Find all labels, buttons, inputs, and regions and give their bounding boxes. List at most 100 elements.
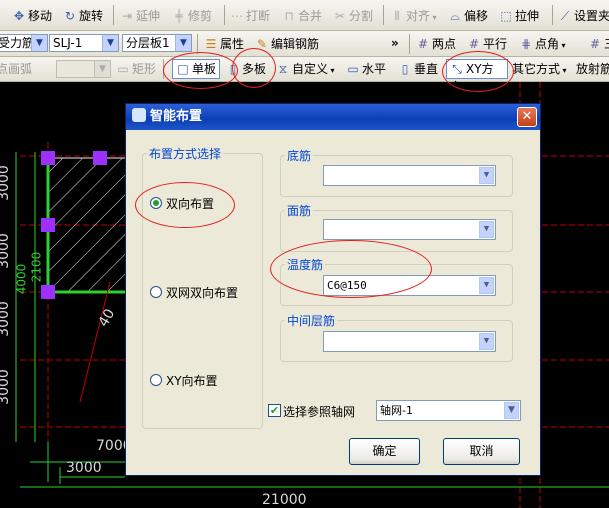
separator [409, 34, 410, 54]
dim-3000-bottom: 3000 [66, 460, 102, 476]
horizontal-icon: ▭ [347, 62, 359, 76]
two-points-button[interactable]: # 两点 [416, 34, 456, 54]
properties-button[interactable]: ☰ 属性 [204, 34, 244, 54]
ref-axis-label[interactable]: 选择参照轴网 [283, 403, 355, 420]
close-button[interactable]: ✕ [517, 107, 537, 127]
xy-direction-icon: ⤡ [452, 62, 462, 76]
parallel-button[interactable]: # 平行 [467, 34, 507, 54]
separator [113, 5, 114, 25]
smart-layout-dialog: 智能布置 ✕ 布置方式选择 双向布置 双网双向布置 XY向布置 底筋 ▼ 面筋 … [125, 103, 541, 476]
three-points-button[interactable]: #三 [588, 34, 609, 54]
top-rebar-title: 面筋 [285, 202, 314, 219]
dim-overlap-1: 4000 [14, 263, 29, 295]
custom-button[interactable]: ⧖ 自定义 ▾ [276, 59, 335, 79]
vertical-button[interactable]: ▯ 垂直 [398, 59, 438, 79]
point-angle-button[interactable]: ⋕ 点角 ▾ [519, 34, 566, 54]
axis-grid-select[interactable]: 轴网-1 ▼ [376, 400, 521, 421]
temp-rebar-select[interactable]: C6@150 ▼ [323, 275, 496, 296]
dialog-title-bar[interactable]: 智能布置 ✕ [126, 104, 540, 130]
separator [383, 5, 384, 25]
toolbar-edit: ✥ 移动 ↻ 旋转 ⇥ 延伸 ╪ 修剪 ⋯ 打断 ⊓ 合并 ✂ 分割 ⫴ 对齐 ▾ ⌓ 偏移 ⬚ 拉… [0, 0, 609, 31]
extend-button[interactable]: ⇥ 延伸 [120, 6, 160, 26]
separator [224, 5, 225, 25]
middle-rebar-select[interactable]: ▼ [323, 331, 496, 352]
chevron-down-icon: ▾ [328, 66, 335, 75]
cancel-button[interactable]: 取消 [443, 438, 520, 465]
stretch-icon: ⬚ [500, 9, 512, 23]
break-icon: ⋯ [231, 9, 243, 23]
offset-icon: ⌓ [450, 9, 460, 23]
dim-left-3: 3000 [0, 301, 12, 337]
extend-icon: ⇥ [121, 9, 133, 23]
bottom-rebar-select[interactable]: ▼ [323, 165, 496, 186]
break-button[interactable]: ⋯ 打断 [230, 6, 270, 26]
other-methods-button[interactable]: 其它方式 ▾ [512, 59, 567, 79]
vertical-icon: ▯ [401, 62, 409, 76]
edit-rebar-icon: ✎ [256, 37, 268, 51]
app-icon [132, 108, 146, 122]
chevron-down-icon: ▼ [479, 221, 494, 238]
dim-overlap-2: 2100 [29, 251, 44, 283]
rectangle-icon: ▭ [117, 62, 129, 76]
radio-double-mesh[interactable] [150, 286, 162, 298]
top-rebar-select[interactable]: ▼ [323, 219, 496, 240]
split-button[interactable]: ✂ 分割 [333, 6, 373, 26]
radio-bidirectional-label[interactable]: 双向布置 [166, 195, 214, 212]
angle-guide [79, 281, 111, 403]
toolbar-overflow-icon[interactable]: » [391, 33, 399, 53]
bottom-rebar-title: 底筋 [285, 147, 314, 164]
chevron-down-icon: ▼ [479, 167, 494, 184]
trim-icon: ╪ [175, 9, 183, 23]
radio-bidirectional[interactable] [150, 197, 162, 209]
trim-button[interactable]: ╪ 修剪 [172, 6, 212, 26]
set-slope-button[interactable]: ⟋ 设置夹 [558, 6, 609, 26]
radio-xy-label[interactable]: XY向布置 [166, 372, 218, 389]
arc-type-select[interactable]: ▼ [56, 60, 111, 78]
chevron-down-icon: ▼ [504, 402, 519, 419]
move-icon: ✥ [13, 9, 25, 23]
selected-slab [47, 157, 127, 294]
chevron-down-icon: ▼ [479, 277, 494, 294]
method-group-title: 布置方式选择 [147, 145, 224, 162]
rotate-icon: ↻ [64, 9, 76, 23]
rectangle-button[interactable]: ▭ 矩形 [116, 59, 156, 79]
multi-slab-icon: ▯ [229, 62, 237, 76]
ok-button[interactable]: 确定 [349, 438, 420, 465]
chevron-down-icon: ▼ [479, 333, 494, 350]
component-name-select[interactable]: SLJ-1 ▼ [49, 34, 119, 52]
two-points-icon: # [417, 37, 429, 51]
ref-axis-checkbox[interactable]: ✔ [268, 404, 281, 417]
parallel-icon: # [468, 37, 480, 51]
stretch-button[interactable]: ⬚ 拉伸 [499, 6, 539, 26]
three-points-icon: # [589, 37, 601, 51]
multi-slab-button[interactable]: ▯ 多板 [226, 59, 266, 79]
single-slab-button[interactable]: □ 单板 [172, 59, 220, 79]
offset-button[interactable]: ⌓ 偏移 [448, 6, 488, 26]
chevron-down-icon: ▼ [94, 61, 110, 77]
point-arc-button[interactable]: 点画弧 [0, 59, 32, 79]
dim-left-2: 3000 [0, 233, 12, 269]
category-select[interactable]: 受力筋 ▼ [0, 34, 48, 52]
edit-rebar-button[interactable]: ✎ 编辑钢筋 [255, 34, 319, 54]
slab-icon: □ [177, 62, 189, 76]
dim-left-4: 3000 [0, 369, 12, 405]
dim-left-1: 3000 [0, 165, 12, 201]
layer-select[interactable]: 分层板1 ▼ [122, 34, 192, 52]
rotate-button[interactable]: ↻ 旋转 [63, 6, 103, 26]
align-icon: ⫴ [394, 9, 400, 23]
chevron-down-icon: ▼ [31, 35, 47, 51]
custom-icon: ⧖ [278, 62, 288, 76]
horizontal-button[interactable]: ▭ 水平 [346, 59, 386, 79]
align-button[interactable]: ⫴ 对齐 ▾ [390, 6, 436, 26]
middle-rebar-title: 中间层筋 [285, 312, 338, 329]
chevron-down-icon: ▾ [560, 66, 567, 75]
radio-xy[interactable] [150, 374, 162, 386]
xy-direction-button[interactable]: ⤡XY方向 [446, 59, 508, 94]
merge-button[interactable]: ⊓ 合并 [282, 6, 322, 26]
move-button[interactable]: ✥ 移动 [12, 6, 52, 26]
split-icon: ✂ [334, 9, 346, 23]
dim-21000: 21000 [262, 492, 307, 508]
radial-rebar-button[interactable]: 放射筋 [576, 59, 609, 79]
radio-double-mesh-label[interactable]: 双网双向布置 [166, 284, 238, 301]
toolbar-component: 受力筋 ▼ SLJ-1 ▼ 分层板1 ▼ ☰ 属性 ✎ 编辑钢筋 » # 两点 # 平行 ⋕ 点… [0, 31, 609, 57]
